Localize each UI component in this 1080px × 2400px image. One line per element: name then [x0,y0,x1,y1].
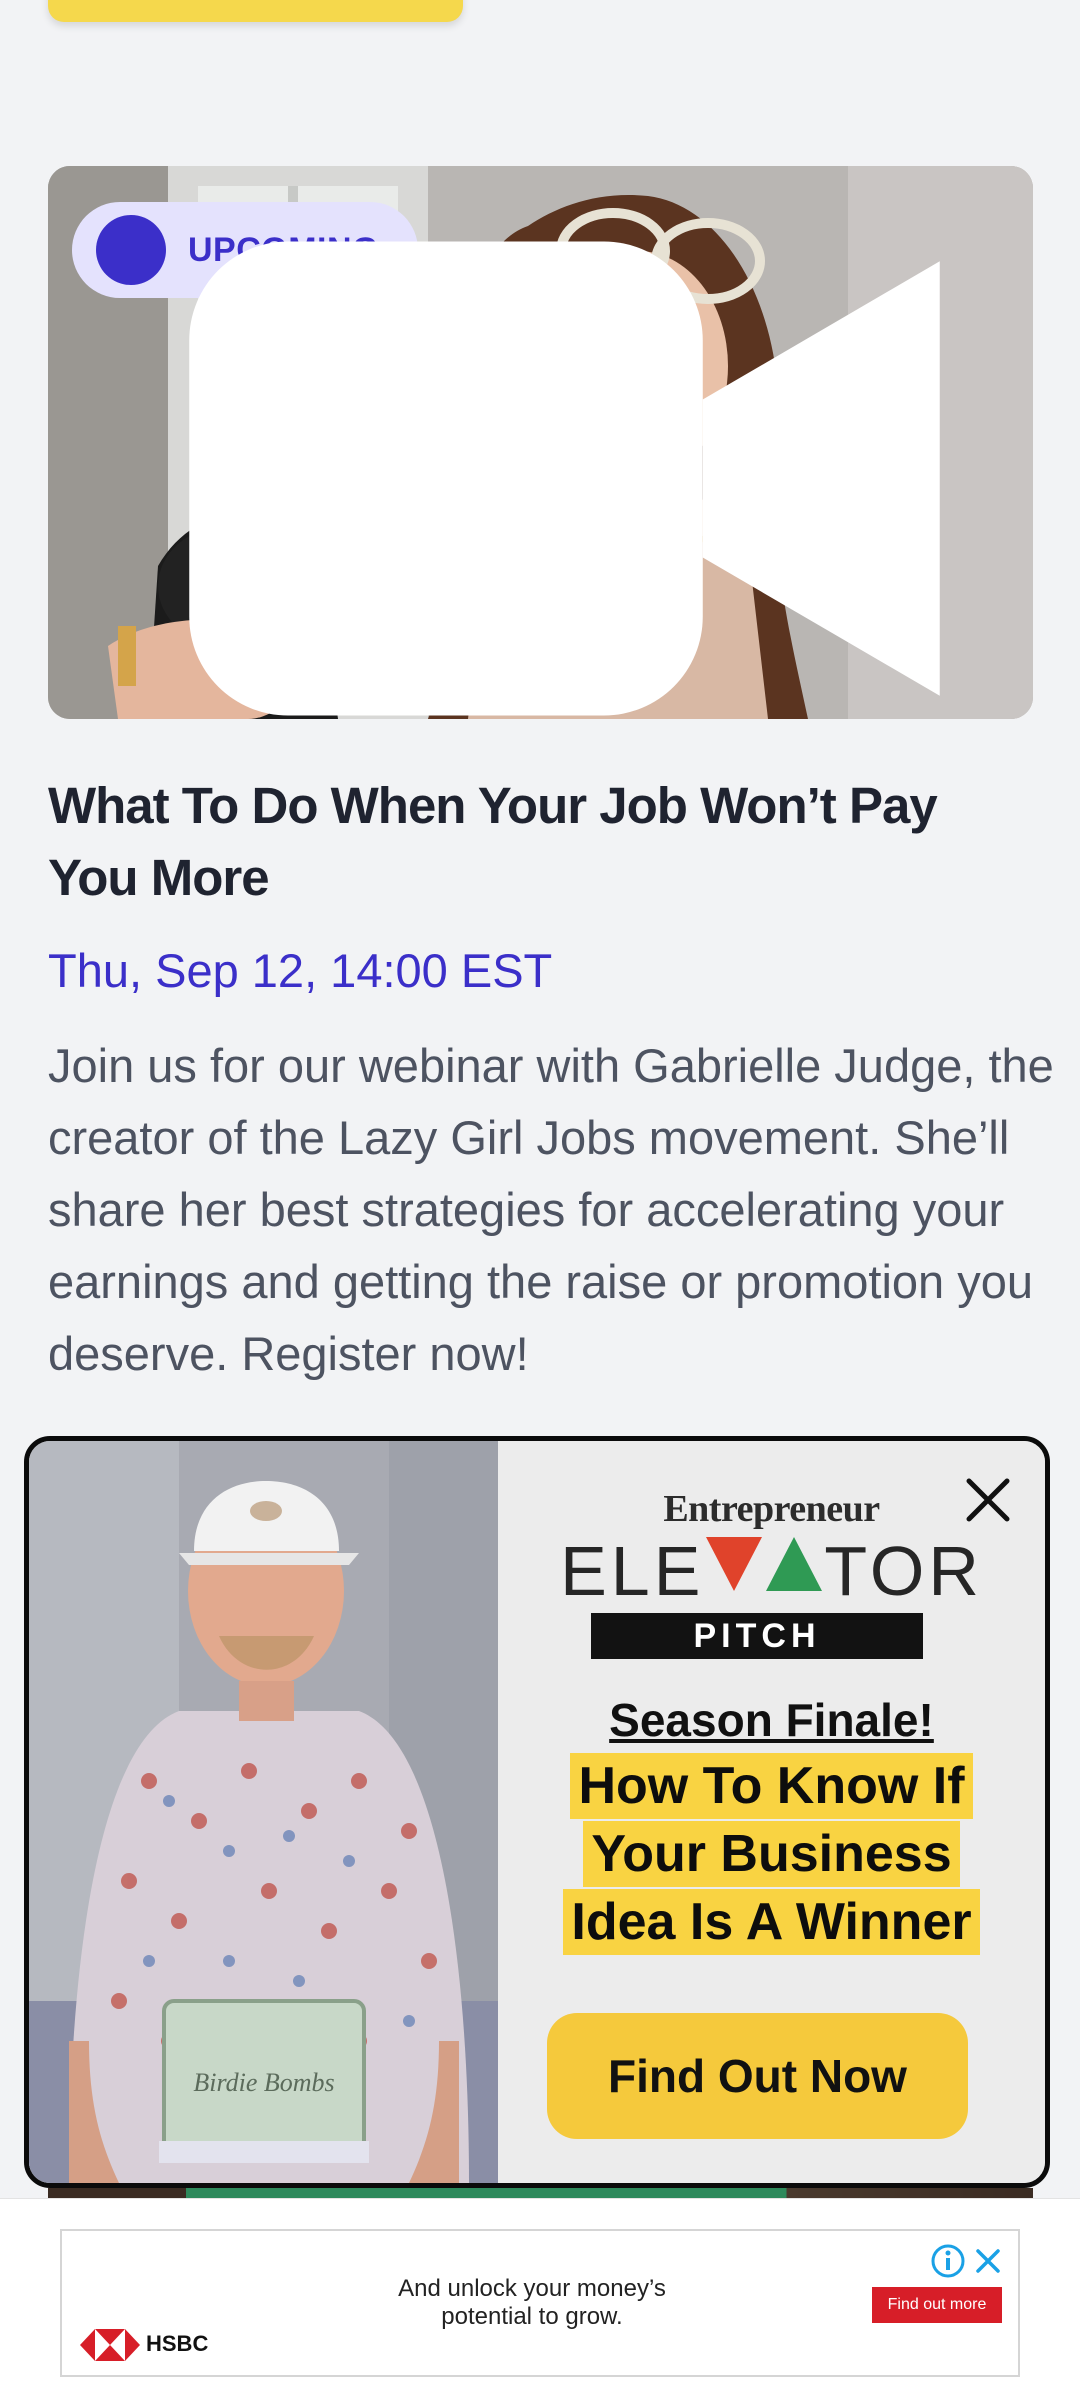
show-logo-left: ELE [560,1532,705,1610]
popup-ad[interactable]: Birdie Bombs Entrepreneur ELE TOR PITCH S… [24,1436,1050,2188]
find-out-now-button[interactable]: Find Out Now [547,2013,968,2139]
bottom-banner-area: And unlock your money’s potential to gro… [0,2198,1080,2400]
ad-close-icon[interactable] [970,2243,1006,2279]
previous-card-button[interactable] [48,0,463,22]
next-card-image-edge [48,2188,1033,2198]
entrepreneur-logo: Entrepreneur [663,1488,880,1530]
event-description: Join us for our webinar with Gabrielle J… [48,1039,1054,1380]
product-label: Birdie Bombs [193,2068,334,2097]
event-title[interactable]: What To Do When Your Job Won’t Pay You M… [48,770,1038,914]
show-logo-right: TOR [824,1532,983,1610]
upcoming-badge: UPCOMING [72,202,940,716]
event-date: Thu, Sep 12, 14:00 EST [48,944,553,997]
hsbc-logo-icon [80,2329,140,2361]
logo-red-triangle [706,1537,763,1591]
hsbc-brand: HSBC [146,2331,209,2356]
ad-headline-line: Idea Is A Winner [563,1889,980,1955]
logo-green-triangle [766,1537,823,1591]
pitch-bar: PITCH [591,1613,923,1659]
ad-headline: How To Know If Your Business Idea Is A W… [498,1753,1045,1957]
find-out-more-button[interactable]: Find out more [872,2287,1002,2323]
ad-photo: Birdie Bombs [29,1441,498,2183]
ad-kicker: Season Finale! [609,1694,934,1746]
event-hero-image[interactable]: UPCOMING [48,166,1033,719]
ad-content: Entrepreneur ELE TOR PITCH Season Finale!… [498,1441,1045,2183]
banner-text: And unlock your money’s potential to gro… [398,2275,666,2330]
elevator-pitch-logo: ELE TOR [498,1531,1045,1611]
ad-info-icon[interactable] [930,2243,966,2279]
ad-headline-line: Your Business [583,1821,960,1887]
ad-headline-line: How To Know If [570,1753,973,1819]
banner-ad[interactable]: And unlock your money’s potential to gro… [60,2229,1020,2377]
video-camera-icon [96,215,940,716]
